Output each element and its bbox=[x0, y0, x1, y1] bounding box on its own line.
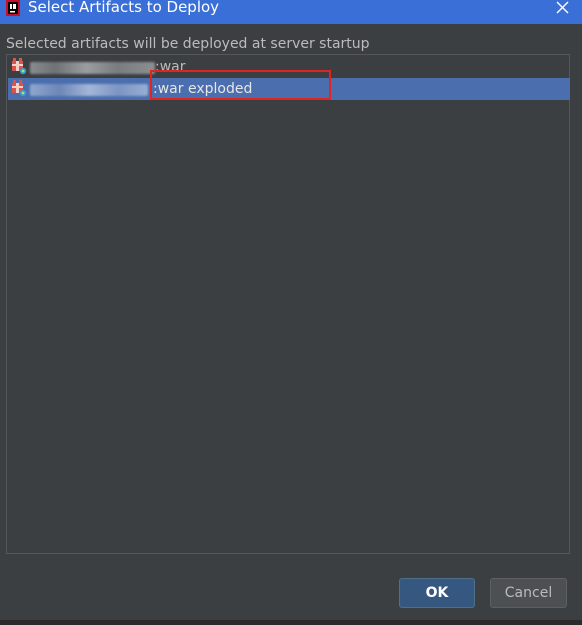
description-text: Selected artifacts will be deployed at s… bbox=[6, 36, 370, 52]
close-button[interactable] bbox=[548, 0, 576, 20]
artifact-name-obscured bbox=[30, 62, 155, 74]
dialog-title: Select Artifacts to Deploy bbox=[28, 0, 220, 16]
close-icon bbox=[556, 1, 569, 14]
red-annotation-box bbox=[150, 70, 331, 100]
artifact-list[interactable]: :war :war exploded bbox=[6, 54, 570, 554]
title-bar: Select Artifacts to Deploy bbox=[0, 0, 582, 24]
window-bottom-edge bbox=[0, 620, 582, 625]
intellij-app-icon bbox=[6, 0, 20, 16]
artifact-name-obscured bbox=[30, 84, 148, 96]
war-exploded-artifact-icon bbox=[11, 80, 29, 98]
war-artifact-icon bbox=[11, 58, 29, 76]
select-artifacts-dialog: Select Artifacts to Deploy Selected arti… bbox=[0, 0, 582, 625]
ok-button[interactable]: OK bbox=[399, 578, 475, 608]
cancel-button[interactable]: Cancel bbox=[490, 578, 567, 608]
